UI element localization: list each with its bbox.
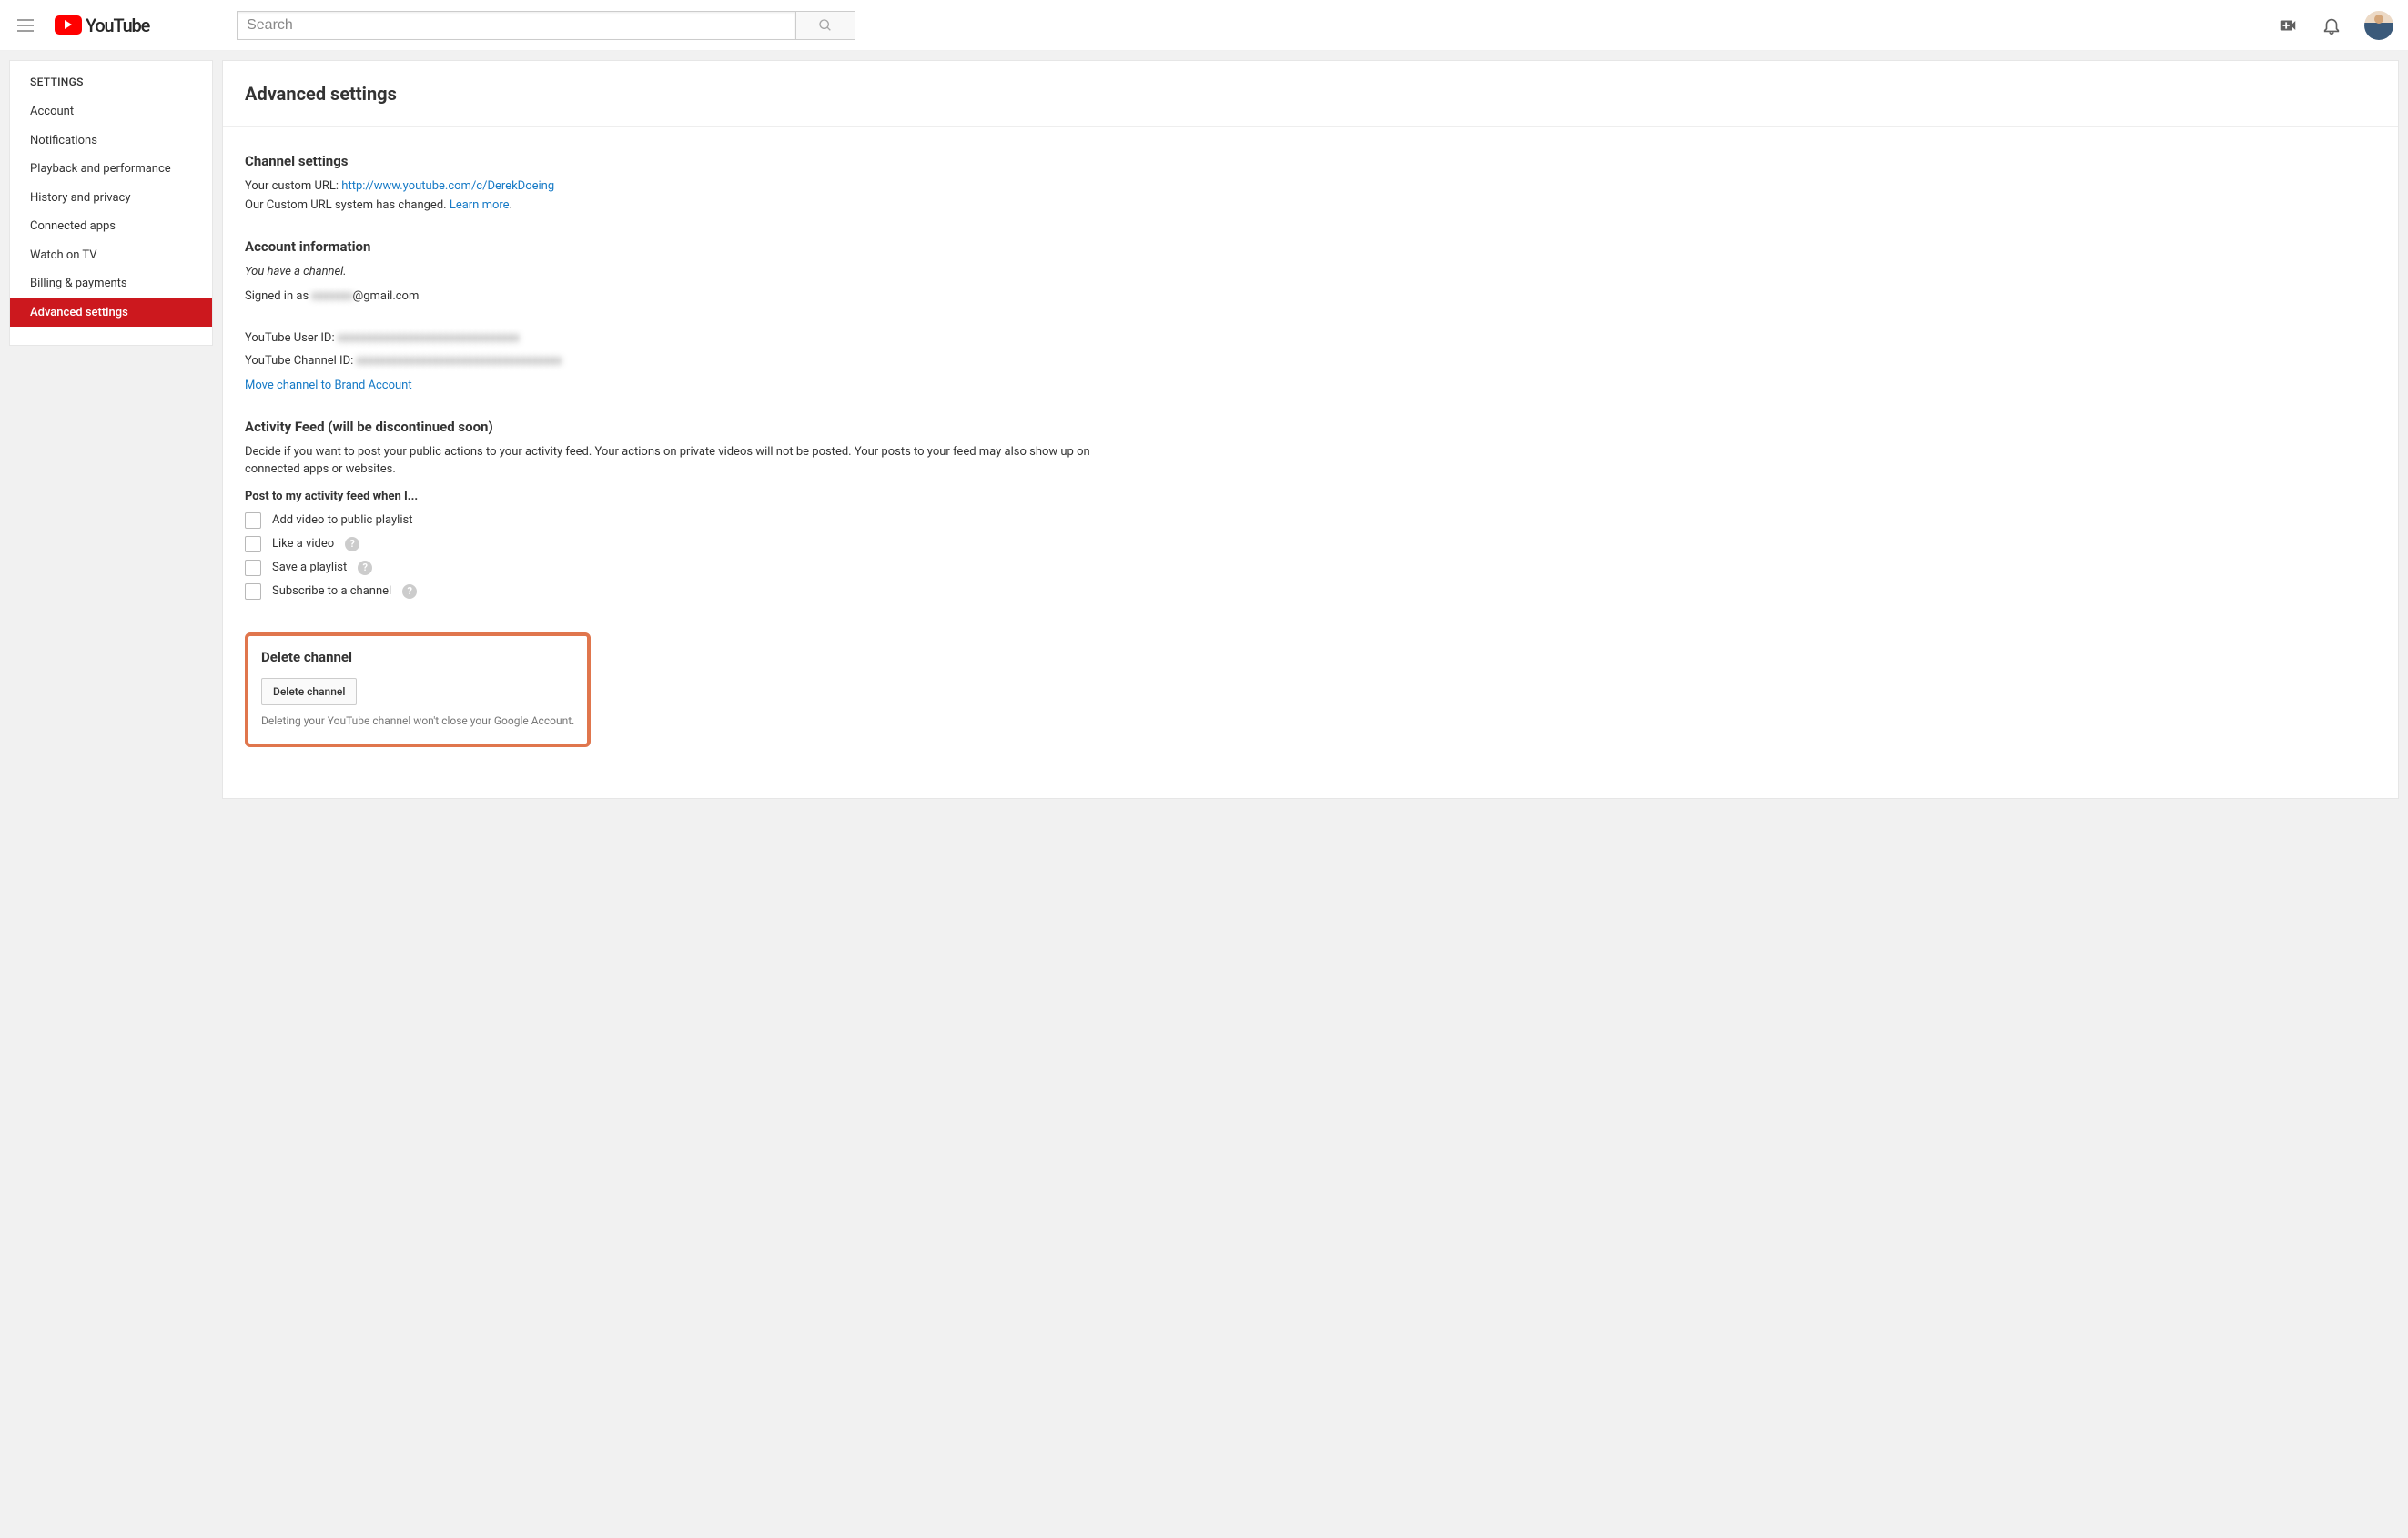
signed-in-domain: @gmail.com [353, 289, 420, 303]
sidebar-item-notifications[interactable]: Notifications [10, 126, 212, 156]
activity-option-save-playlist: Save a playlist ? [245, 560, 1111, 576]
activity-sub-heading: Post to my activity feed when I... [245, 490, 1111, 503]
help-icon[interactable]: ? [358, 561, 372, 575]
channel-heading: Channel settings [245, 153, 1111, 169]
main-panel: Advanced settings Channel settings Your … [222, 60, 2399, 799]
sidebar-item-connected-apps[interactable]: Connected apps [10, 212, 212, 241]
have-channel-text: You have a channel. [245, 264, 1111, 281]
user-id-value: xxxxxxxxxxxxxxxxxxxxxxxxxxxxxxx [338, 331, 520, 345]
checkbox-label: Save a playlist [272, 561, 347, 574]
channel-id-label: YouTube Channel ID: [245, 354, 356, 368]
search-button[interactable] [796, 11, 855, 40]
activity-desc: Decide if you want to post your public a… [245, 444, 1111, 479]
activity-heading: Activity Feed (will be discontinued soon… [245, 419, 1111, 435]
delete-note: Deleting your YouTube channel won't clos… [261, 714, 574, 727]
account-heading: Account information [245, 238, 1111, 255]
play-icon [55, 15, 82, 35]
move-channel-link[interactable]: Move channel to Brand Account [245, 379, 412, 392]
settings-sidebar: SETTINGS Account Notifications Playback … [9, 60, 213, 346]
checkbox-label: Add video to public playlist [272, 513, 412, 527]
signed-in-email-blur: xxxxxxx [311, 289, 352, 303]
sidebar-item-watch-tv[interactable]: Watch on TV [10, 241, 212, 270]
sidebar-item-billing[interactable]: Billing & payments [10, 269, 212, 298]
delete-heading: Delete channel [261, 649, 574, 665]
activity-feed-section: Activity Feed (will be discontinued soon… [245, 419, 1111, 600]
sidebar-item-account[interactable]: Account [10, 97, 212, 126]
checkbox[interactable] [245, 583, 261, 600]
page-title: Advanced settings [223, 61, 2398, 127]
user-id-label: YouTube User ID: [245, 331, 338, 345]
avatar[interactable] [2364, 11, 2393, 40]
search-bar [237, 11, 855, 40]
header-actions [2277, 11, 2393, 40]
activity-option-subscribe: Subscribe to a channel ? [245, 583, 1111, 600]
signed-in-label: Signed in as [245, 289, 311, 303]
learn-more-link[interactable]: Learn more [450, 198, 510, 212]
custom-url-link[interactable]: http://www.youtube.com/c/DerekDoeing [341, 179, 554, 193]
period: . [510, 198, 512, 212]
search-input[interactable] [237, 11, 796, 40]
account-info-section: Account information You have a channel. … [245, 238, 1111, 395]
channel-settings-section: Channel settings Your custom URL: http:/… [245, 153, 1111, 215]
channel-id-value: xxxxxxxxxxxxxxxxxxxxxxxxxxxxxxxxxxx [356, 354, 562, 368]
delete-channel-button[interactable]: Delete channel [261, 678, 357, 705]
help-icon[interactable]: ? [345, 537, 359, 551]
menu-icon[interactable] [15, 15, 36, 36]
youtube-logo[interactable]: YouTube [55, 15, 149, 36]
sidebar-item-history[interactable]: History and privacy [10, 184, 212, 213]
search-icon [818, 18, 833, 33]
checkbox-label: Like a video [272, 537, 334, 551]
custom-url-label: Your custom URL: [245, 179, 341, 193]
checkbox[interactable] [245, 536, 261, 552]
notifications-icon[interactable] [2321, 15, 2342, 36]
activity-option-like: Like a video ? [245, 536, 1111, 552]
logo-text: YouTube [86, 15, 149, 36]
sidebar-item-advanced[interactable]: Advanced settings [10, 298, 212, 328]
help-icon[interactable]: ? [402, 584, 417, 599]
delete-channel-highlight: Delete channel Delete channel Deleting y… [245, 632, 591, 747]
sidebar-title: SETTINGS [10, 61, 212, 97]
create-video-icon[interactable] [2277, 15, 2299, 36]
checkbox-label: Subscribe to a channel [272, 584, 391, 598]
app-header: YouTube [0, 0, 2408, 51]
activity-option-add-playlist: Add video to public playlist [245, 512, 1111, 529]
checkbox[interactable] [245, 560, 261, 576]
custom-url-changed-text: Our Custom URL system has changed. [245, 198, 450, 212]
sidebar-item-playback[interactable]: Playback and performance [10, 155, 212, 184]
checkbox[interactable] [245, 512, 261, 529]
